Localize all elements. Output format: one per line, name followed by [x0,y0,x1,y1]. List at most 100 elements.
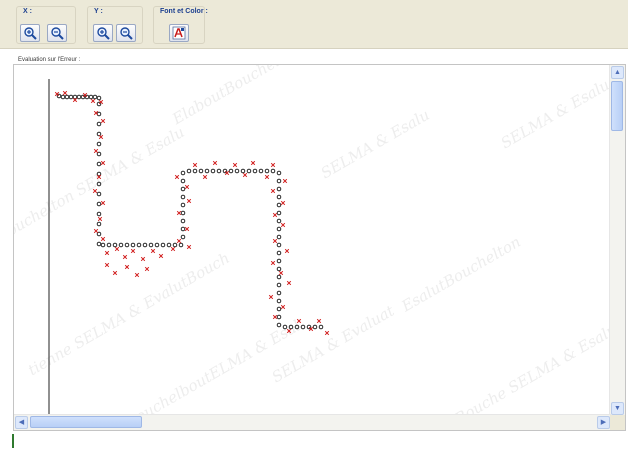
reference-point [178,242,184,248]
error-point [270,260,276,266]
error-point [158,253,164,259]
horizontal-scrollbar[interactable]: ◀ ▶ [14,414,611,430]
reference-point [180,170,186,176]
error-point [100,236,106,242]
reference-point [172,242,178,248]
y-group-label: Y : [94,8,103,15]
reference-point [96,141,102,147]
error-point [272,238,278,244]
error-point [90,98,96,104]
reference-point [180,218,186,224]
error-point [280,304,286,310]
reference-point [96,111,102,117]
scroll-right-arrow[interactable]: ▶ [597,416,610,429]
reference-point [100,242,106,248]
reference-point [294,324,300,330]
error-point [98,134,104,140]
error-point [296,318,302,324]
error-point [264,174,270,180]
scrollbar-corner [610,415,625,430]
x-axis-group: X : [16,6,76,44]
error-point [270,188,276,194]
reference-point [106,242,112,248]
scroll-down-arrow[interactable]: ▼ [611,402,624,415]
error-point [114,246,120,252]
reference-point [154,242,160,248]
reference-point [96,131,102,137]
error-point [272,314,278,320]
reference-point [276,314,282,320]
reference-point [276,186,282,192]
panel-title: Evaluation sur l'Erreur : [18,57,81,63]
error-point [144,266,150,272]
error-point [104,262,110,268]
status-indicator [12,434,14,448]
reference-point [96,95,102,101]
reference-point [88,94,94,100]
error-point [130,248,136,254]
scroll-up-arrow[interactable]: ▲ [611,66,624,79]
reference-point [96,201,102,207]
error-point [282,178,288,184]
reference-point [276,194,282,200]
x-zoom-out-button[interactable] [47,24,67,42]
reference-point [276,210,282,216]
reference-point [276,242,282,248]
font-color-group-label: Font et Color : [160,8,208,15]
reference-point [112,242,118,248]
error-point [184,184,190,190]
error-point [150,248,156,254]
x-zoom-in-button[interactable] [20,24,40,42]
zoom-out-icon [51,27,64,40]
reference-point [276,234,282,240]
reference-point [276,202,282,208]
horizontal-scroll-thumb[interactable] [30,416,142,428]
reference-point [270,168,276,174]
reference-point [180,234,186,240]
error-point [284,248,290,254]
error-point [176,238,182,244]
zoom-in-icon [97,27,110,40]
error-point [186,198,192,204]
font-color-group: Font et Color : [153,6,208,44]
y-zoom-in-button[interactable] [93,24,113,42]
reference-point [288,324,294,330]
error-point [122,254,128,260]
reference-point [118,242,124,248]
reference-point [234,168,240,174]
reference-point [282,324,288,330]
error-point [62,90,68,96]
vertical-scroll-thumb[interactable] [611,81,623,131]
reference-point [180,194,186,200]
reference-point [276,258,282,264]
vertical-scrollbar[interactable]: ▲ ▼ [609,65,625,416]
reference-point [96,241,102,247]
error-point [134,272,140,278]
reference-point [96,191,102,197]
reference-point [180,202,186,208]
reference-point [300,324,306,330]
error-point [280,222,286,228]
reference-point [312,324,318,330]
reference-point [96,181,102,187]
font-color-button[interactable] [169,24,189,42]
error-point [232,162,238,168]
chart-panel: Bouchelton SELMA & Esalu ElaboutBouchelt… [13,64,626,431]
reference-point [60,94,66,100]
error-point [100,200,106,206]
scroll-left-arrow[interactable]: ◀ [15,416,28,429]
reference-point [276,282,282,288]
y-axis-group: Y : [87,6,143,44]
error-point [270,162,276,168]
reference-point [124,242,130,248]
y-zoom-out-button[interactable] [116,24,136,42]
error-point [100,118,106,124]
reference-point [180,226,186,232]
reference-point [240,168,246,174]
reference-point [198,168,204,174]
reference-point [180,178,186,184]
reference-point [92,94,98,100]
reference-point [276,266,282,272]
error-point [170,246,176,252]
error-point [250,160,256,166]
